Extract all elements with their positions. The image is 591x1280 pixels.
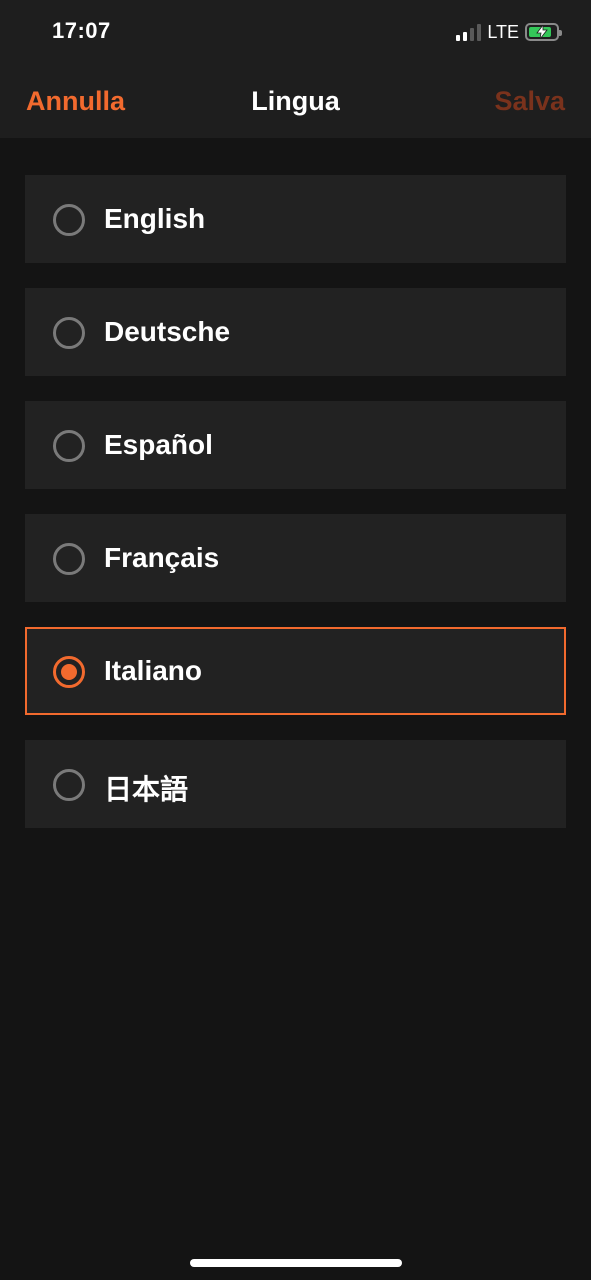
language-list: English Deutsche Español Français Italia… bbox=[25, 175, 566, 853]
status-indicators: LTE bbox=[456, 21, 562, 43]
radio-unselected-icon[interactable] bbox=[53, 769, 85, 801]
status-time: 17:07 bbox=[52, 18, 111, 43]
language-label: Deutsche bbox=[104, 316, 231, 347]
language-label: 日本語 bbox=[104, 774, 189, 805]
language-label: Español bbox=[104, 429, 213, 460]
signal-bar bbox=[456, 35, 461, 41]
status-bar: 17:07 LTE bbox=[0, 0, 591, 66]
language-option-english[interactable]: English bbox=[25, 175, 566, 263]
language-label: English bbox=[104, 203, 206, 234]
radio-unselected-icon[interactable] bbox=[53, 543, 85, 575]
navigation-bar: Annulla Lingua Salva bbox=[0, 66, 591, 138]
language-label: Italiano bbox=[104, 655, 203, 686]
signal-bar bbox=[477, 24, 482, 41]
signal-bar bbox=[470, 28, 475, 41]
charging-bolt-icon bbox=[536, 25, 548, 39]
language-option-espanol[interactable]: Español bbox=[25, 401, 566, 489]
battery-tip bbox=[559, 30, 562, 36]
language-option-deutsche[interactable]: Deutsche bbox=[25, 288, 566, 376]
network-type: LTE bbox=[487, 21, 519, 42]
home-indicator[interactable] bbox=[190, 1259, 402, 1267]
language-option-francais[interactable]: Français bbox=[25, 514, 566, 602]
cellular-signal-icon bbox=[456, 23, 482, 41]
radio-unselected-icon[interactable] bbox=[53, 204, 85, 236]
radio-unselected-icon[interactable] bbox=[53, 430, 85, 462]
save-button[interactable]: Salva bbox=[494, 86, 565, 117]
language-option-japanese[interactable]: 日本語 bbox=[25, 740, 566, 828]
radio-selected-icon[interactable] bbox=[53, 656, 85, 688]
signal-bar bbox=[463, 32, 468, 41]
language-option-italiano[interactable]: Italiano bbox=[25, 627, 566, 715]
battery-charging-icon bbox=[525, 23, 562, 41]
language-label: Français bbox=[104, 542, 220, 573]
radio-unselected-icon[interactable] bbox=[53, 317, 85, 349]
